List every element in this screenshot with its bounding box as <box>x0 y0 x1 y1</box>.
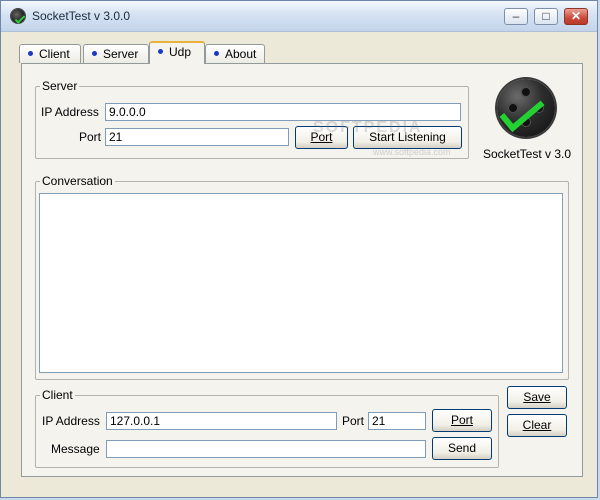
client-port-button[interactable]: Port <box>432 409 492 432</box>
tab-udp[interactable]: Udp <box>149 41 205 64</box>
sockettest-logo-icon <box>497 79 555 137</box>
conversation-group-legend: Conversation <box>42 174 113 188</box>
app-window: SocketTest v 3.0.0 – □ ✕ Client Server U… <box>0 0 598 498</box>
server-port-label: Port <box>79 130 102 144</box>
tab-about[interactable]: About <box>205 44 265 63</box>
client-port-input[interactable] <box>368 412 426 430</box>
client-ip-label: IP Address <box>42 414 100 428</box>
app-icon <box>11 9 25 23</box>
tab-bullet-icon <box>214 51 219 57</box>
tab-label: About <box>225 47 257 61</box>
tab-bullet-icon <box>28 51 33 57</box>
save-button-label: Save <box>523 390 551 404</box>
tab-bullet-icon <box>92 51 97 57</box>
tab-label: Udp <box>169 45 192 59</box>
tab-bullet-icon <box>158 49 163 55</box>
maximize-button[interactable]: □ <box>534 8 558 25</box>
window-title: SocketTest v 3.0.0 <box>32 9 131 23</box>
save-button[interactable]: Save <box>507 386 567 409</box>
client-ip-input[interactable] <box>106 412 337 430</box>
send-button-label: Send <box>447 441 477 455</box>
conversation-textarea[interactable] <box>39 193 563 373</box>
watermark-url: www.softpedia.com <box>373 147 451 157</box>
send-button[interactable]: Send <box>432 437 492 460</box>
title-bar[interactable]: SocketTest v 3.0.0 – □ ✕ <box>1 1 597 32</box>
server-ip-label: IP Address <box>41 105 99 119</box>
logo-caption: SocketTest v 3.0 <box>482 147 572 161</box>
clear-button-label: Clear <box>522 418 552 432</box>
watermark: SOFTPEDIA <box>313 119 423 136</box>
message-label: Message <box>51 442 100 456</box>
client-group-legend: Client <box>42 388 73 402</box>
client-port-label: Port <box>342 414 365 428</box>
tab-client[interactable]: Client <box>19 44 81 63</box>
server-group-legend: Server <box>42 79 78 93</box>
server-port-input[interactable] <box>105 128 289 146</box>
minimize-button[interactable]: – <box>504 8 528 25</box>
clear-button[interactable]: Clear <box>507 414 567 437</box>
client-port-button-label: Port <box>450 413 473 427</box>
message-input[interactable] <box>106 440 426 458</box>
tab-label: Server <box>103 47 139 61</box>
tab-server[interactable]: Server <box>83 44 149 63</box>
close-button[interactable]: ✕ <box>564 8 588 25</box>
tab-label: Client <box>39 47 70 61</box>
